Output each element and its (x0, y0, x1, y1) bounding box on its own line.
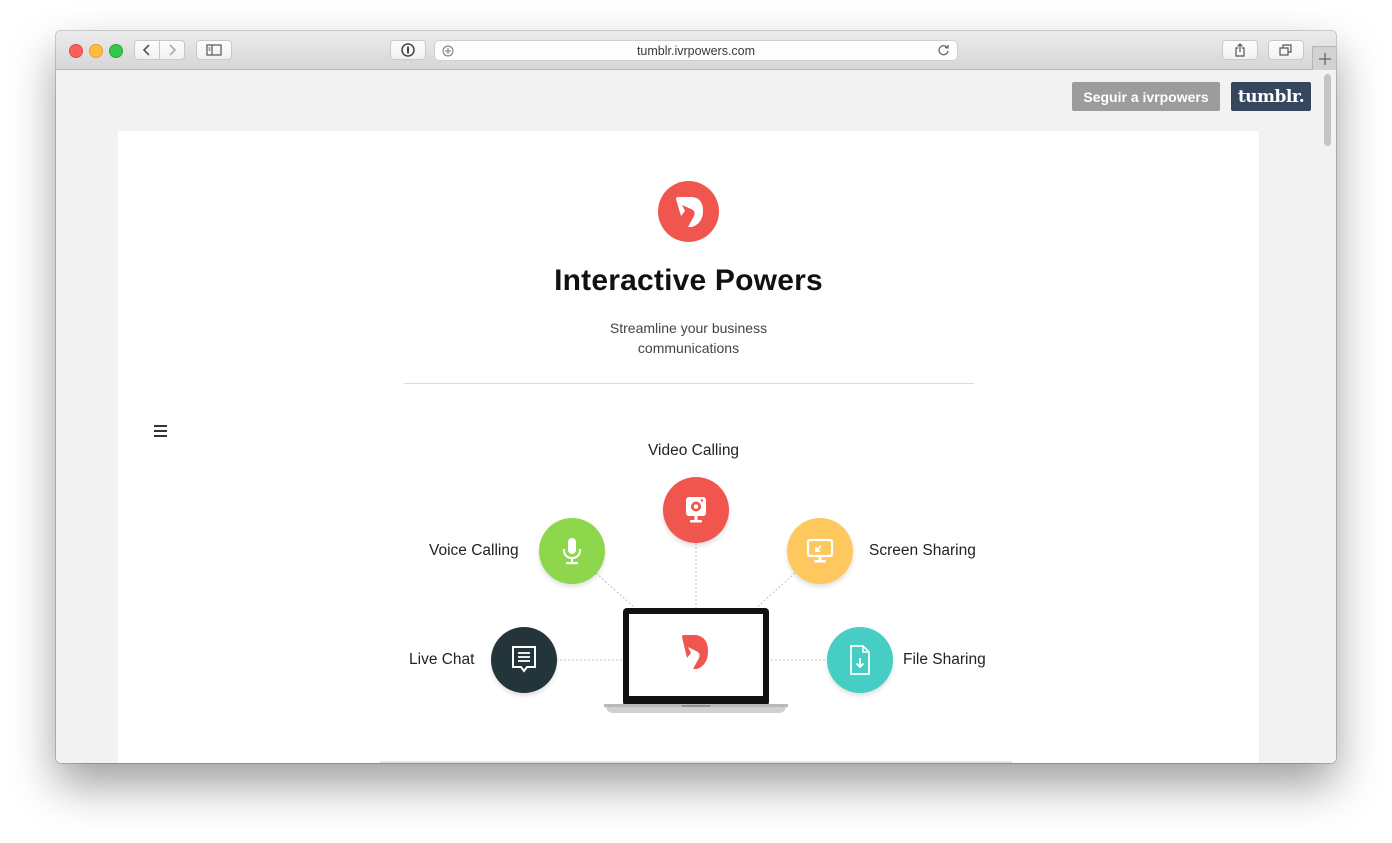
browser-toolbar: tumblr.ivrpowers.com (56, 31, 1336, 70)
tabs-button[interactable] (1268, 40, 1304, 60)
forward-icon (169, 44, 177, 56)
back-icon (142, 44, 150, 56)
share-icon (1235, 43, 1245, 57)
forward-button[interactable] (159, 40, 185, 60)
screen-sharing-circle[interactable] (787, 518, 853, 584)
follow-button[interactable]: Seguir a ivrpowers (1072, 82, 1220, 111)
feature-label-screen: Screen Sharing (869, 542, 976, 559)
sidebar-icon (206, 44, 222, 56)
voice-calling-circle[interactable] (539, 518, 605, 584)
tumblr-logo-button[interactable]: tumblr. (1231, 82, 1311, 111)
scrollbar-thumb[interactable] (1324, 74, 1331, 146)
zoom-window-button[interactable] (109, 44, 123, 58)
laptop-illustration (604, 607, 788, 713)
reload-icon[interactable] (937, 44, 950, 57)
file-download-icon (850, 645, 870, 675)
close-window-button[interactable] (69, 44, 83, 58)
minimize-window-button[interactable] (89, 44, 103, 58)
share-button[interactable] (1222, 40, 1258, 60)
tabs-icon (1279, 44, 1292, 56)
blog-card: Interactive Powers Streamline your busin… (118, 131, 1259, 763)
password-icon (401, 43, 415, 57)
feature-label-voice: Voice Calling (429, 542, 519, 559)
feature-label-file: File Sharing (903, 651, 986, 668)
feature-label-video: Video Calling (648, 442, 740, 459)
monitor-download-icon (806, 538, 834, 563)
password-button[interactable] (390, 40, 426, 60)
plus-icon (1318, 52, 1331, 65)
browser-window: tumblr.ivrpowers.com Seguir a ivrpowers … (56, 31, 1336, 763)
live-chat-circle[interactable] (491, 627, 557, 693)
url-text[interactable]: tumblr.ivrpowers.com (435, 44, 957, 58)
microphone-icon (563, 538, 581, 565)
feature-label-chat: Live Chat (409, 651, 475, 668)
address-bar[interactable]: tumblr.ivrpowers.com (434, 40, 958, 61)
file-sharing-circle[interactable] (827, 627, 893, 693)
webcam-icon (686, 497, 706, 523)
page-content: Seguir a ivrpowers tumblr. Interactive P… (56, 70, 1336, 763)
sidebar-button[interactable] (196, 40, 232, 60)
back-button[interactable] (134, 40, 160, 60)
content-bottom-edge (380, 761, 1012, 763)
new-tab-button[interactable] (1312, 46, 1336, 70)
chat-bubble-icon (512, 646, 536, 673)
video-calling-circle[interactable] (663, 477, 729, 543)
